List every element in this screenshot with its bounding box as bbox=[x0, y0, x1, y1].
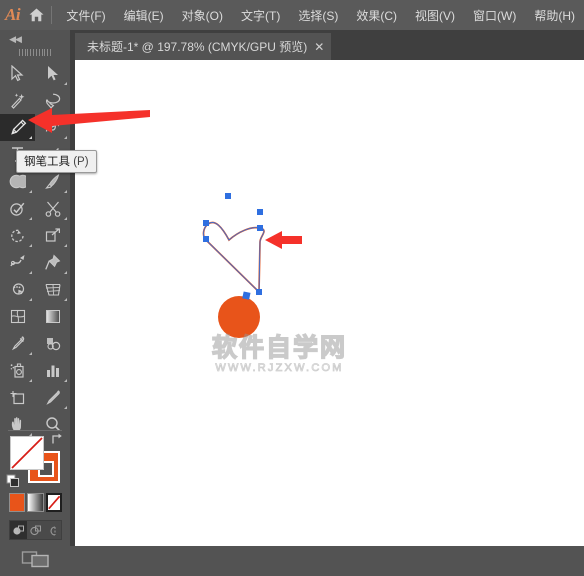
tool-group-corner-icon bbox=[29, 190, 32, 193]
tool-group-corner-icon bbox=[29, 136, 32, 139]
tool-group-corner-icon bbox=[64, 298, 67, 301]
eyedropper-tool[interactable] bbox=[0, 330, 35, 357]
tool-group-corner-icon bbox=[64, 244, 67, 247]
tool-group-corner-icon bbox=[29, 244, 32, 247]
watermark-chinese-text: 软件自学网 bbox=[211, 333, 347, 362]
tool-panel-rail bbox=[70, 30, 75, 546]
anchor-point[interactable] bbox=[203, 220, 209, 226]
tool-group-corner-icon bbox=[29, 298, 32, 301]
site-watermark: 软件自学网 WWW.RJZXW.COM bbox=[207, 333, 352, 375]
shaper-pencil-tool[interactable] bbox=[0, 195, 35, 222]
gradient-tool[interactable] bbox=[35, 303, 70, 330]
tool-group-corner-icon bbox=[64, 271, 67, 274]
artwork-layer bbox=[202, 193, 265, 338]
change-screen-mode[interactable] bbox=[9, 548, 62, 570]
rotate-tool[interactable] bbox=[0, 222, 35, 249]
scale-tool[interactable] bbox=[35, 222, 70, 249]
menu-object[interactable]: 对象(O) bbox=[173, 4, 232, 27]
tool-group-corner-icon bbox=[64, 190, 67, 193]
home-icon[interactable] bbox=[25, 0, 49, 30]
color-mode-gradient[interactable] bbox=[27, 493, 44, 512]
tool-group-corner-icon bbox=[29, 379, 32, 382]
menu-bar: Ai 文件(F) 编辑(E) 对象(O) 文字(T) 选择(S) 效果(C) 视图(V) 窗口… bbox=[0, 0, 584, 30]
none-slash-icon bbox=[11, 437, 43, 469]
orange-circle[interactable] bbox=[218, 296, 260, 338]
slice-knife-tool[interactable] bbox=[35, 384, 70, 411]
selection-tool[interactable] bbox=[0, 60, 35, 87]
column-graph-tool[interactable] bbox=[35, 357, 70, 384]
menu-help[interactable]: 帮助(H) bbox=[525, 4, 584, 27]
free-transform-tool[interactable] bbox=[35, 249, 70, 276]
menu-file[interactable]: 文件(F) bbox=[57, 4, 114, 27]
tool-group-corner-icon bbox=[64, 217, 67, 220]
magic-wand-tool[interactable] bbox=[0, 87, 35, 114]
panel-drag-handle[interactable] bbox=[19, 49, 51, 56]
mesh-tool[interactable] bbox=[0, 303, 35, 330]
menu-select[interactable]: 选择(S) bbox=[289, 4, 347, 27]
color-and-mode-section bbox=[0, 430, 70, 576]
tool-group-corner-icon bbox=[29, 352, 32, 355]
petal-path-selection-outline bbox=[203, 222, 265, 294]
swap-fill-stroke-icon[interactable] bbox=[50, 432, 64, 446]
menu-edit[interactable]: 编辑(E) bbox=[115, 4, 173, 27]
document-tab-title: 未标题-1* @ 197.78% (CMYK/GPU 预览) bbox=[87, 40, 308, 54]
fill-color-swatch[interactable] bbox=[10, 436, 44, 470]
watermark-url-text: WWW.RJZXW.COM bbox=[215, 362, 344, 375]
tooltip-shortcut: (P) bbox=[73, 156, 89, 168]
tool-panel: ◀◀ bbox=[0, 30, 70, 568]
anchor-point-group bbox=[203, 193, 263, 295]
tool-group-corner-icon bbox=[64, 379, 67, 382]
perspective-grid-tool[interactable] bbox=[35, 276, 70, 303]
none-slash-icon bbox=[47, 495, 60, 510]
draw-normal-mode[interactable] bbox=[10, 521, 27, 539]
illustrator-window: Ai 文件(F) 编辑(E) 对象(O) 文字(T) 选择(S) 效果(C) 视图(V) 窗口… bbox=[0, 0, 584, 568]
curvature-tool[interactable] bbox=[35, 114, 70, 141]
tool-group-corner-icon bbox=[64, 82, 67, 85]
section-divider bbox=[8, 430, 62, 431]
menu-view[interactable]: 视图(V) bbox=[406, 4, 464, 27]
direct-selection-tool[interactable] bbox=[35, 60, 70, 87]
document-tab-strip: 未标题-1* @ 197.78% (CMYK/GPU 预览) ✕ bbox=[75, 30, 584, 60]
close-icon[interactable]: ✕ bbox=[307, 33, 331, 60]
pen-tool[interactable] bbox=[0, 114, 35, 141]
menu-window[interactable]: 窗口(W) bbox=[464, 4, 525, 27]
canvas-artboard-area[interactable]: 软件自学网 WWW.RJZXW.COM bbox=[75, 60, 584, 546]
artboard-tool[interactable] bbox=[0, 384, 35, 411]
tool-grid bbox=[0, 60, 70, 438]
anchor-point[interactable] bbox=[225, 193, 231, 199]
draw-mode-buttons bbox=[9, 520, 62, 540]
shape-builder-tool[interactable] bbox=[0, 276, 35, 303]
app-logo: Ai bbox=[4, 5, 21, 24]
tool-group-corner-icon bbox=[29, 271, 32, 274]
screen-mode-icon bbox=[21, 551, 49, 568]
collapse-panel-icon[interactable]: ◀◀ bbox=[4, 32, 26, 46]
anchor-point[interactable] bbox=[203, 236, 209, 242]
menu-separator bbox=[50, 6, 52, 24]
document-tab[interactable]: 未标题-1* @ 197.78% (CMYK/GPU 预览) ✕ bbox=[75, 33, 332, 60]
scissors-tool[interactable] bbox=[35, 195, 70, 222]
blend-tool[interactable] bbox=[35, 330, 70, 357]
menu-effect[interactable]: 效果(C) bbox=[347, 4, 406, 27]
draw-inside-mode[interactable] bbox=[44, 521, 61, 539]
tooltip-label: 钢笔工具 bbox=[24, 156, 70, 168]
petal-path[interactable] bbox=[202, 221, 265, 294]
color-mode-solid[interactable] bbox=[9, 493, 26, 512]
draw-behind-mode[interactable] bbox=[27, 521, 44, 539]
default-fill-stroke-icon[interactable] bbox=[6, 474, 20, 488]
menu-item-list: 文件(F) 编辑(E) 对象(O) 文字(T) 选择(S) 效果(C) 视图(V) 窗口(W)… bbox=[57, 4, 584, 27]
anchor-point[interactable] bbox=[257, 225, 263, 231]
tool-group-corner-icon bbox=[64, 406, 67, 409]
symbol-sprayer-tool[interactable] bbox=[0, 357, 35, 384]
anchor-point[interactable] bbox=[257, 209, 263, 215]
color-mode-none[interactable] bbox=[45, 493, 62, 512]
menu-type[interactable]: 文字(T) bbox=[232, 4, 289, 27]
tool-group-corner-icon bbox=[64, 136, 67, 139]
tool-tooltip: 钢笔工具 (P) bbox=[16, 150, 97, 173]
lasso-tool[interactable] bbox=[35, 87, 70, 114]
anchor-point[interactable] bbox=[256, 289, 262, 295]
circle-anchor-marker bbox=[242, 291, 251, 300]
color-mode-buttons bbox=[9, 493, 62, 515]
tool-group-corner-icon bbox=[29, 217, 32, 220]
width-warp-tool[interactable] bbox=[0, 249, 35, 276]
